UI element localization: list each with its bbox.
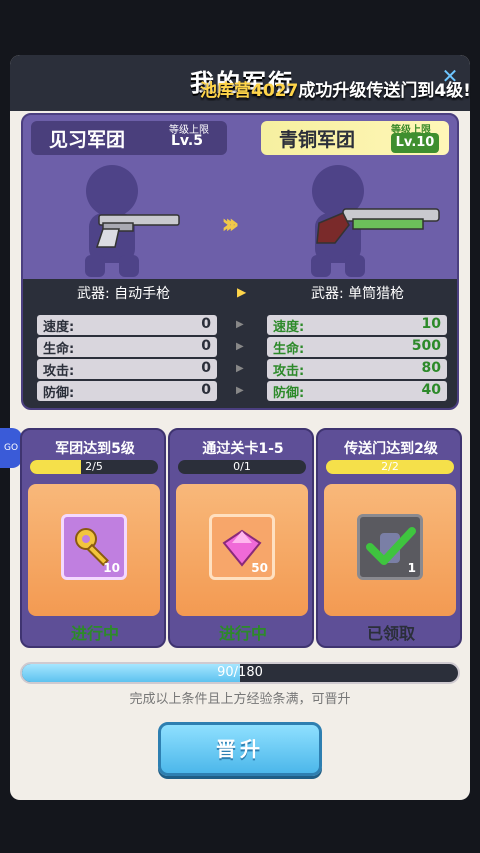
next-corps-tag: 青铜军团 等级上限 Lv.10	[261, 121, 449, 155]
current-stat-speed: 速度: 0	[37, 315, 217, 335]
task-title: 传送门达到2级	[344, 441, 438, 457]
key-icon: 10	[61, 514, 127, 580]
side-event-badge[interactable]: GO	[0, 428, 22, 468]
task-progress-bar: 0/1	[178, 460, 306, 474]
promote-button[interactable]: 晋升	[158, 722, 322, 776]
diamond-icon: 50	[209, 514, 275, 580]
next-level: Lv.10	[391, 133, 439, 153]
upgrade-arrows-icon: ›››	[221, 207, 239, 240]
task-progress-bar: 2/5	[30, 460, 158, 474]
reward-count: 1	[407, 561, 416, 575]
task-progress-bar: 2/2	[326, 460, 454, 474]
stat-arrow-icon: ▶	[236, 341, 244, 352]
task-status: 进行中	[218, 624, 267, 643]
task-card[interactable]: 传送门达到2级 2/2 1 已领取	[316, 428, 462, 648]
task-progress-text: 0/1	[233, 460, 251, 473]
current-weapon-label: 武器: 自动手枪	[77, 286, 171, 302]
experience-text: 90/180	[217, 665, 263, 680]
promotion-hint: 完成以上条件且上方经验条满，可晋升	[129, 692, 351, 707]
next-stat-speed: 速度: 10	[267, 315, 447, 335]
stats-compare-box: 武器: 自动手枪 ▶ 武器: 单筒猎枪 速度: 0 生命: 0 攻击: 0 防御: 0 …	[23, 279, 457, 408]
reward-count: 50	[251, 561, 268, 575]
stat-arrow-icon: ▶	[236, 363, 244, 374]
task-title: 军团达到5级	[55, 441, 135, 457]
current-level: Lv.5	[171, 133, 203, 149]
broadcast-marquee: 池库营4027成功升级传送门到4级!	[200, 76, 480, 101]
task-status: 已领取	[366, 624, 415, 643]
pistol-icon	[95, 214, 180, 248]
checkmark-icon: 1	[357, 514, 423, 580]
task-card[interactable]: 通过关卡1-5 0/1 50 进行中	[168, 428, 314, 648]
next-stat-defense: 防御: 40	[267, 381, 447, 401]
task-reward: 50	[176, 484, 308, 616]
current-corps-name: 见习军团	[49, 129, 126, 151]
current-stat-defense: 防御: 0	[37, 381, 217, 401]
task-card[interactable]: 军团达到5级 2/5 10 进行中	[20, 428, 166, 648]
next-stat-hp: 生命: 500	[267, 337, 447, 357]
current-stat-hp: 生命: 0	[37, 337, 217, 357]
reward-count: 10	[103, 561, 120, 575]
weapon-arrow-icon: ▶	[237, 285, 247, 299]
task-reward: 1	[324, 484, 456, 616]
marquee-player: 池库营4027	[200, 81, 299, 101]
experience-bar: 90/180	[20, 662, 460, 684]
corps-compare-card: 见习军团 等级上限 Lv.5 青铜军团 等级上限 Lv.10 ››› 武器: 自…	[21, 113, 459, 410]
task-progress-text: 2/2	[381, 460, 399, 473]
close-icon[interactable]: ✕	[440, 66, 460, 86]
next-corps-name: 青铜军团	[279, 129, 356, 151]
next-weapon-label: 武器: 单筒猎枪	[311, 286, 405, 302]
current-stat-attack: 攻击: 0	[37, 359, 217, 379]
task-progress-text: 2/5	[85, 460, 103, 473]
task-title: 通过关卡1-5	[202, 441, 284, 457]
task-status: 进行中	[70, 624, 119, 643]
current-corps-tag: 见习军团 等级上限 Lv.5	[31, 121, 227, 155]
next-stat-attack: 攻击: 80	[267, 359, 447, 379]
task-reward: 10	[28, 484, 160, 616]
stat-arrow-icon: ▶	[236, 319, 244, 330]
promote-button-label: 晋升	[216, 737, 264, 761]
stat-arrow-icon: ▶	[236, 385, 244, 396]
shotgun-icon	[316, 208, 440, 244]
